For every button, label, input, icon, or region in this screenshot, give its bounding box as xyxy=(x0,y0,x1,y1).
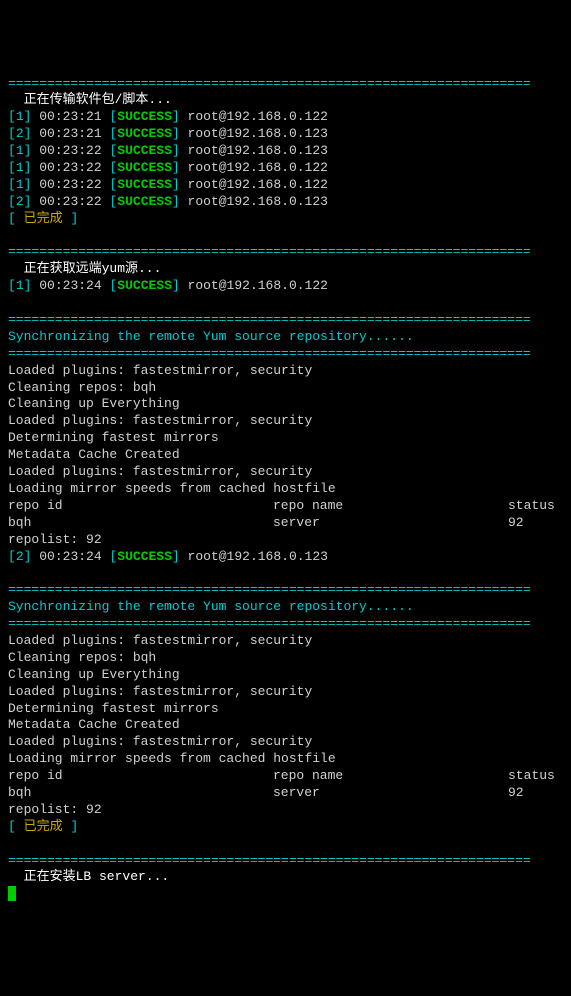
status-line: [1] 00:23:24 [SUCCESS] root@192.168.0.12… xyxy=(8,278,563,295)
yum-output: Metadata Cache Created xyxy=(8,447,563,464)
status-line: [2] 00:23:22 [SUCCESS] root@192.168.0.12… xyxy=(8,194,563,211)
yum-output: Determining fastest mirrors xyxy=(8,701,563,718)
yum-output: Cleaning repos: bqh xyxy=(8,380,563,397)
divider-line: ========================================… xyxy=(8,244,531,259)
empty-line xyxy=(8,836,563,853)
sync-header: Synchronizing the remote Yum source repo… xyxy=(8,599,414,614)
ssh-target: root@192.168.0.123 xyxy=(188,194,328,209)
status-line: [1] 00:23:21 [SUCCESS] root@192.168.0.12… xyxy=(8,109,563,126)
status-success: SUCCESS xyxy=(117,194,172,209)
status-line: [1] 00:23:22 [SUCCESS] root@192.168.0.12… xyxy=(8,143,563,160)
status-success: SUCCESS xyxy=(117,160,172,175)
line-index: 2 xyxy=(16,549,24,564)
status-line: [2] 00:23:21 [SUCCESS] root@192.168.0.12… xyxy=(8,126,563,143)
line-index: 1 xyxy=(16,160,24,175)
yum-output: Loaded plugins: fastestmirror, security xyxy=(8,413,563,430)
divider-line: ========================================… xyxy=(8,853,531,868)
repolist: repolist: 92 xyxy=(8,802,563,819)
timestamp: 00:23:22 xyxy=(39,143,101,158)
empty-line xyxy=(8,565,563,582)
divider-line: ========================================… xyxy=(8,616,531,631)
divider-line: ========================================… xyxy=(8,346,531,361)
timestamp: 00:23:21 xyxy=(39,126,101,141)
ssh-target: root@192.168.0.123 xyxy=(188,549,328,564)
yum-output: Loaded plugins: fastestmirror, security xyxy=(8,684,563,701)
divider-line: ========================================… xyxy=(8,76,531,91)
done-text: 已完成 xyxy=(24,211,63,226)
yum-output: Loaded plugins: fastestmirror, security xyxy=(8,464,563,481)
section-transfer-title: 正在传输软件包/脚本... xyxy=(8,92,172,107)
timestamp: 00:23:24 xyxy=(39,278,101,293)
yum-output: Cleaning up Everything xyxy=(8,396,563,413)
timestamp: 00:23:22 xyxy=(39,177,101,192)
status-success: SUCCESS xyxy=(117,143,172,158)
yum-output: Determining fastest mirrors xyxy=(8,430,563,447)
divider-line: ========================================… xyxy=(8,312,531,327)
yum-output: Metadata Cache Created xyxy=(8,717,563,734)
repo-header: repo idrepo namestatus xyxy=(8,768,563,785)
ssh-target: root@192.168.0.122 xyxy=(188,160,328,175)
yum-output: Loaded plugins: fastestmirror, security xyxy=(8,734,563,751)
ssh-target: root@192.168.0.122 xyxy=(188,109,328,124)
sync-header: Synchronizing the remote Yum source repo… xyxy=(8,329,414,344)
status-success: SUCCESS xyxy=(117,177,172,192)
repo-row: bqhserver92 xyxy=(8,785,563,802)
repolist: repolist: 92 xyxy=(8,532,563,549)
section-yum-title: 正在获取远端yum源... xyxy=(8,261,161,276)
repo-header: repo idrepo namestatus xyxy=(8,498,563,515)
yum-output: Loading mirror speeds from cached hostfi… xyxy=(8,481,563,498)
section-install-title: 正在安装LB server... xyxy=(8,869,169,884)
status-line: [1] 00:23:22 [SUCCESS] root@192.168.0.12… xyxy=(8,160,563,177)
line-index: 2 xyxy=(16,194,24,209)
status-success: SUCCESS xyxy=(117,109,172,124)
status-line: [1] 00:23:22 [SUCCESS] root@192.168.0.12… xyxy=(8,177,563,194)
status-success: SUCCESS xyxy=(117,126,172,141)
timestamp: 00:23:24 xyxy=(39,549,101,564)
ssh-target: root@192.168.0.122 xyxy=(188,278,328,293)
status-line: [2] 00:23:24 [SUCCESS] root@192.168.0.12… xyxy=(8,549,563,566)
yum-output: Loading mirror speeds from cached hostfi… xyxy=(8,751,563,768)
ssh-target: root@192.168.0.123 xyxy=(188,126,328,141)
line-index: 1 xyxy=(16,143,24,158)
status-success: SUCCESS xyxy=(117,549,172,564)
line-index: 2 xyxy=(16,126,24,141)
timestamp: 00:23:22 xyxy=(39,194,101,209)
ssh-target: root@192.168.0.122 xyxy=(188,177,328,192)
yum-output: Cleaning repos: bqh xyxy=(8,650,563,667)
cursor xyxy=(8,886,16,901)
empty-line xyxy=(8,228,563,245)
terminal-output: ========================================… xyxy=(8,76,563,904)
ssh-target: root@192.168.0.123 xyxy=(188,143,328,158)
timestamp: 00:23:21 xyxy=(39,109,101,124)
done-line: [ 已完成 ] xyxy=(8,211,563,228)
timestamp: 00:23:22 xyxy=(39,160,101,175)
line-index: 1 xyxy=(16,109,24,124)
divider-line: ========================================… xyxy=(8,582,531,597)
line-index: 1 xyxy=(16,177,24,192)
repo-row: bqhserver92 xyxy=(8,515,563,532)
yum-output: Loaded plugins: fastestmirror, security xyxy=(8,633,563,650)
yum-output: Cleaning up Everything xyxy=(8,667,563,684)
status-success: SUCCESS xyxy=(117,278,172,293)
empty-line xyxy=(8,295,563,312)
line-index: 1 xyxy=(16,278,24,293)
done-text: 已完成 xyxy=(24,819,63,834)
done-line: [ 已完成 ] xyxy=(8,819,563,836)
yum-output: Loaded plugins: fastestmirror, security xyxy=(8,363,563,380)
